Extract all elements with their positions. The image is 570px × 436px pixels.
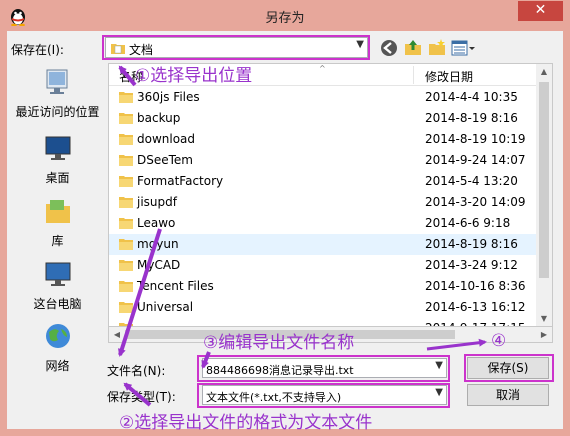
window-title: 另存为 (265, 11, 305, 26)
title-bar[interactable]: 另存为 ✕ (0, 0, 570, 32)
annotation-arrows (118, 65, 487, 407)
save-as-dialog: 另存为 ✕ 保存在(I): 文档 ▼ 最近访问的位置 桌面 库 这台电脑 网络 … (0, 0, 570, 436)
close-button[interactable]: ✕ (518, 1, 563, 21)
annotation-step2: ②选择导出文件的格式为文本文件 (119, 413, 373, 433)
annotation-step1: ①选择导出位置 (135, 66, 253, 86)
dialog-body: 保存在(I): 文档 ▼ 最近访问的位置 桌面 库 这台电脑 网络 名称 ^ 修… (7, 31, 563, 433)
annotation-step4: ④ (491, 331, 507, 351)
annotation-step3: ③编辑导出文件名称 (203, 333, 355, 353)
